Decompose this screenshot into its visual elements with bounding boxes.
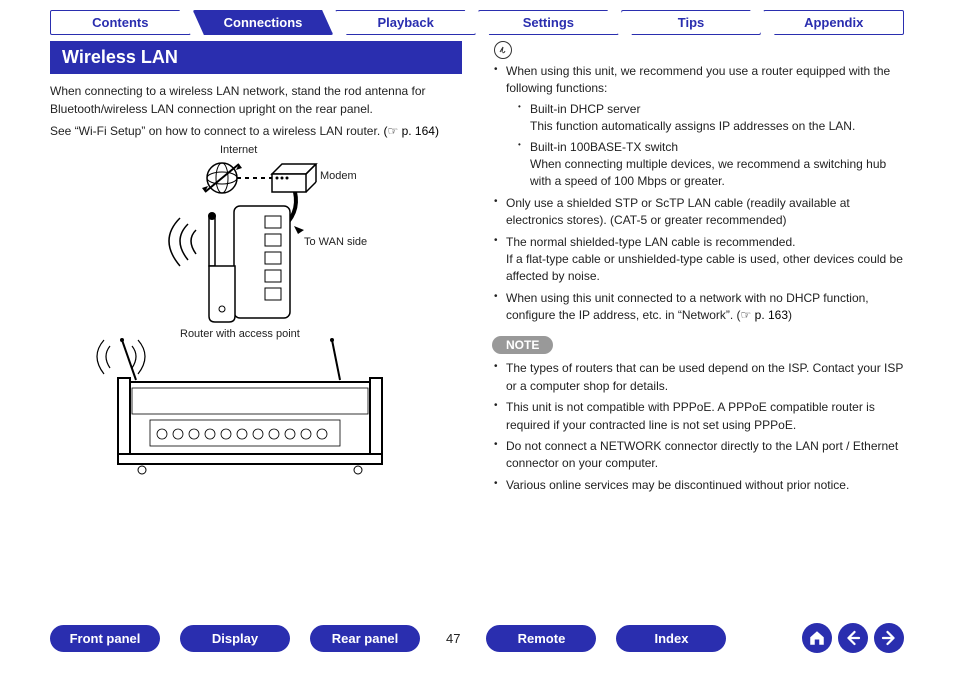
diagram-label-internet: Internet [220, 144, 257, 156]
nav-remote[interactable]: Remote [486, 625, 596, 652]
intro-text: See “Wi-Fi Setup” on how to connect to a… [50, 124, 380, 138]
nav-display[interactable]: Display [180, 625, 290, 652]
page-reference-link[interactable]: (☞ p. 164) [384, 122, 439, 140]
nav-rear-panel[interactable]: Rear panel [310, 625, 420, 652]
tip-item: When using this unit connected to a netw… [492, 290, 904, 325]
diagram-label-router: Router with access point [180, 328, 300, 340]
network-diagram: Internet Modem To WAN side Router with a… [50, 144, 430, 484]
note-item: Do not connect a NETWORK connector direc… [492, 438, 904, 473]
tab-tips[interactable]: Tips [621, 10, 762, 35]
info-icon [494, 41, 512, 59]
prev-page-icon[interactable] [838, 623, 868, 653]
tip-subitem: Built-in 100BASE-TX switch When connecti… [516, 139, 904, 191]
tip-item: When using this unit, we recommend you u… [492, 63, 904, 191]
tip-sub-body: This function automatically assigns IP a… [530, 118, 904, 135]
tab-playback[interactable]: Playback [335, 10, 476, 35]
tip-line: ) [788, 308, 792, 322]
tip-item: The normal shielded-type LAN cable is re… [492, 234, 904, 286]
tip-sub-title: Built-in 100BASE-TX switch [530, 139, 904, 156]
bottom-nav: Front panel Display Rear panel 47 Remote… [50, 623, 904, 653]
tip-sub-body: When connecting multiple devices, we rec… [530, 156, 904, 191]
tab-contents[interactable]: Contents [50, 10, 191, 35]
tip-subitem: Built-in DHCP server This function autom… [516, 101, 904, 136]
nav-index[interactable]: Index [616, 625, 726, 652]
tip-line: The normal shielded-type LAN cable is re… [506, 234, 904, 251]
note-badge: NOTE [492, 336, 553, 354]
top-tabs: Contents Connections Playback Settings T… [0, 0, 954, 41]
note-item: The types of routers that can be used de… [492, 360, 904, 395]
home-icon[interactable] [802, 623, 832, 653]
tab-settings[interactable]: Settings [478, 10, 619, 35]
section-title: Wireless LAN [50, 41, 462, 74]
page-reference-link[interactable]: ☞ p. 163 [741, 307, 788, 324]
tab-appendix[interactable]: Appendix [763, 10, 904, 35]
tab-connections[interactable]: Connections [193, 10, 334, 35]
page-number: 47 [440, 631, 466, 646]
diagram-label-wan: To WAN side [304, 236, 367, 248]
tip-sub-title: Built-in DHCP server [530, 101, 904, 118]
tip-line: When using this unit connected to a netw… [506, 291, 869, 322]
nav-front-panel[interactable]: Front panel [50, 625, 160, 652]
tip-lead: When using this unit, we recommend you u… [506, 64, 890, 95]
next-page-icon[interactable] [874, 623, 904, 653]
intro-paragraph-1: When connecting to a wireless LAN networ… [50, 82, 462, 118]
intro-paragraph-2: See “Wi-Fi Setup” on how to connect to a… [50, 122, 462, 140]
tip-item: Only use a shielded STP or ScTP LAN cabl… [492, 195, 904, 230]
diagram-label-modem: Modem [320, 170, 357, 182]
note-item: Various online services may be discontin… [492, 477, 904, 494]
note-item: This unit is not compatible with PPPoE. … [492, 399, 904, 434]
diagram-svg [50, 144, 430, 484]
tip-line: If a flat-type cable or unshielded-type … [506, 251, 904, 286]
